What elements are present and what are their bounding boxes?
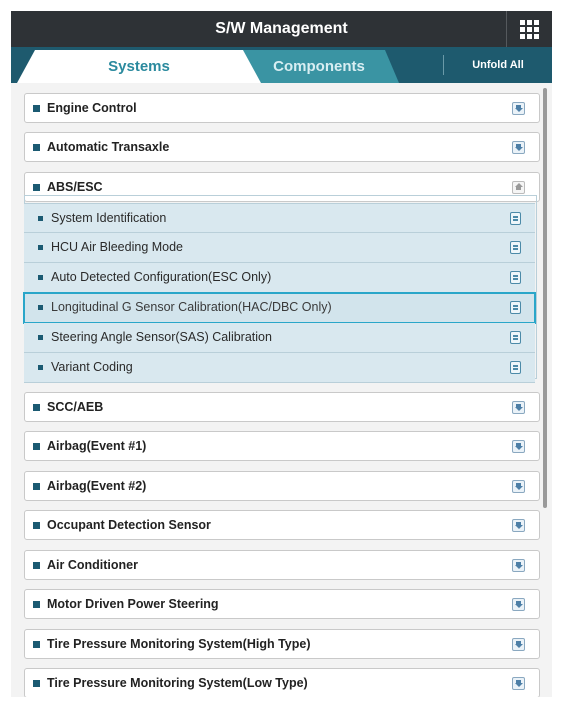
page-title: S/W Management: [215, 20, 348, 37]
collapse-icon[interactable]: [512, 181, 525, 194]
download-icon[interactable]: [512, 638, 525, 651]
bullet-icon: [33, 144, 40, 151]
tab-components-label: Components: [273, 58, 365, 75]
system-item-label: SCC/AEB: [47, 400, 104, 414]
sub-item-system-identification[interactable]: System Identification: [24, 203, 535, 233]
tab-systems[interactable]: Systems: [17, 50, 261, 83]
download-icon[interactable]: [512, 598, 525, 611]
bullet-icon: [33, 184, 40, 191]
download-icon[interactable]: [512, 102, 525, 115]
system-item-label: Motor Driven Power Steering: [47, 597, 219, 611]
system-item-label: Air Conditioner: [47, 558, 138, 572]
document-icon[interactable]: [510, 331, 521, 344]
document-icon[interactable]: [510, 271, 521, 284]
download-icon[interactable]: [512, 440, 525, 453]
system-item-scc-aeb[interactable]: SCC/AEB: [24, 392, 540, 422]
system-item-label: Airbag(Event #1): [47, 439, 147, 453]
sub-item-longitudinal-g-sensor[interactable]: Longitudinal G Sensor Calibration(HAC/DB…: [23, 292, 536, 324]
system-item-airbag-event-2[interactable]: Airbag(Event #2): [24, 471, 540, 501]
bullet-icon: [33, 404, 40, 411]
system-item-tpms-high[interactable]: Tire Pressure Monitoring System(High Typ…: [24, 629, 540, 659]
system-item-label: Engine Control: [47, 101, 137, 115]
bullet-icon: [38, 275, 43, 280]
bullet-icon: [33, 680, 40, 687]
system-item-label: Tire Pressure Monitoring System(High Typ…: [47, 637, 311, 651]
document-icon[interactable]: [510, 241, 521, 254]
download-icon[interactable]: [512, 559, 525, 572]
sub-item-label: Variant Coding: [51, 360, 133, 374]
grid-menu-icon: [520, 19, 539, 39]
sub-item-label: HCU Air Bleeding Mode: [51, 240, 184, 254]
document-icon[interactable]: [510, 212, 521, 225]
document-icon[interactable]: [510, 361, 521, 374]
systems-list: Engine Control Automatic Transaxle ABS/E…: [11, 83, 552, 697]
grid-menu-button[interactable]: [506, 11, 552, 47]
tab-systems-label: Systems: [108, 58, 170, 75]
system-item-label: Occupant Detection Sensor: [47, 518, 211, 532]
title-bar: S/W Management: [11, 11, 552, 47]
unfold-all-button[interactable]: Unfold All: [444, 47, 552, 83]
system-item-airbag-event-1[interactable]: Airbag(Event #1): [24, 431, 540, 461]
document-icon[interactable]: [510, 301, 521, 314]
system-item-tpms-low[interactable]: Tire Pressure Monitoring System(Low Type…: [24, 668, 540, 697]
system-item-air-conditioner[interactable]: Air Conditioner: [24, 550, 540, 580]
bullet-icon: [33, 641, 40, 648]
bullet-icon: [38, 216, 43, 221]
bullet-icon: [33, 443, 40, 450]
system-item-automatic-transaxle[interactable]: Automatic Transaxle: [24, 132, 540, 162]
bullet-icon: [33, 562, 40, 569]
system-item-label: Tire Pressure Monitoring System(Low Type…: [47, 676, 308, 690]
bullet-icon: [38, 365, 43, 370]
download-icon[interactable]: [512, 519, 525, 532]
bullet-icon: [38, 335, 43, 340]
sub-item-label: Steering Angle Sensor(SAS) Calibration: [51, 330, 272, 344]
download-icon[interactable]: [512, 480, 525, 493]
bullet-icon: [38, 245, 43, 250]
sub-item-steering-angle-sensor[interactable]: Steering Angle Sensor(SAS) Calibration: [24, 323, 535, 353]
sub-item-label: System Identification: [51, 211, 167, 225]
download-icon[interactable]: [512, 401, 525, 414]
bullet-icon: [33, 522, 40, 529]
system-item-engine-control[interactable]: Engine Control: [24, 93, 540, 123]
download-icon[interactable]: [512, 677, 525, 690]
bullet-icon: [33, 483, 40, 490]
sub-item-hcu-air-bleeding[interactable]: HCU Air Bleeding Mode: [24, 233, 535, 263]
system-item-label: Airbag(Event #2): [47, 479, 147, 493]
tab-bar: Components Systems Unfold All: [11, 47, 552, 83]
bullet-icon: [33, 105, 40, 112]
system-item-label: ABS/ESC: [47, 180, 103, 194]
scrollbar[interactable]: [543, 88, 547, 508]
system-item-label: Automatic Transaxle: [47, 140, 170, 154]
sub-item-auto-detected-config[interactable]: Auto Detected Configuration(ESC Only): [24, 263, 535, 293]
sub-item-label: Longitudinal G Sensor Calibration(HAC/DB…: [51, 300, 332, 314]
bullet-icon: [38, 305, 43, 310]
sub-item-label: Auto Detected Configuration(ESC Only): [51, 270, 272, 284]
bullet-icon: [33, 601, 40, 608]
sub-item-variant-coding[interactable]: Variant Coding: [24, 353, 535, 383]
download-icon[interactable]: [512, 141, 525, 154]
system-item-mdps[interactable]: Motor Driven Power Steering: [24, 589, 540, 619]
system-item-occupant-detection[interactable]: Occupant Detection Sensor: [24, 510, 540, 540]
